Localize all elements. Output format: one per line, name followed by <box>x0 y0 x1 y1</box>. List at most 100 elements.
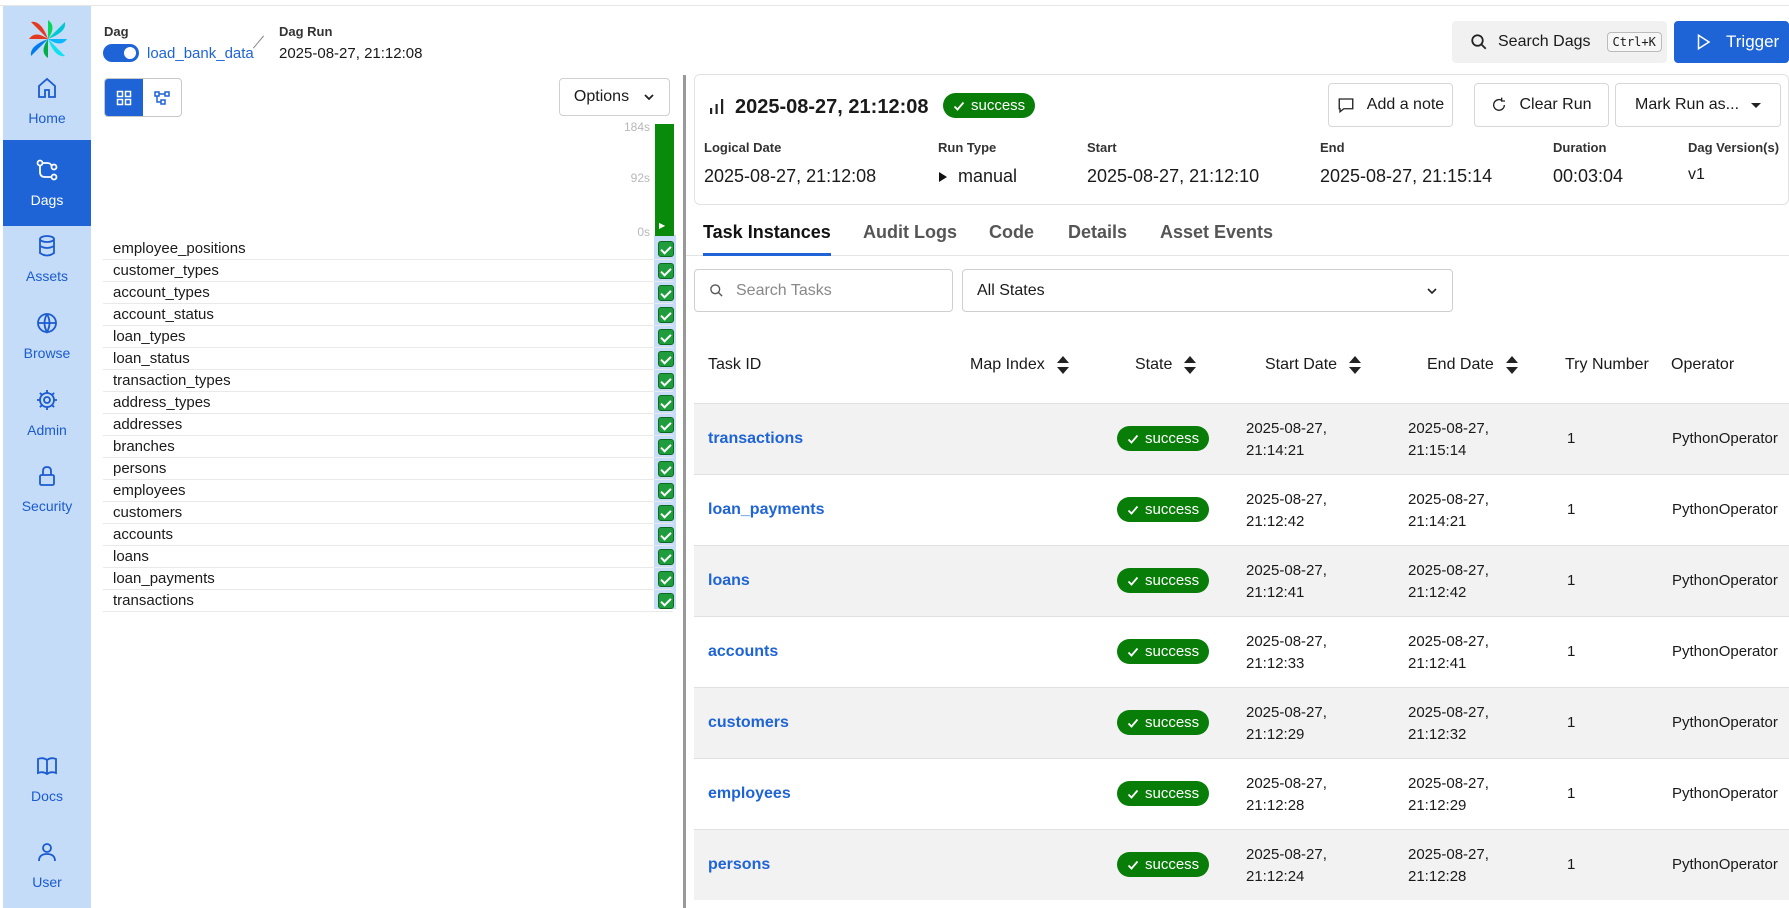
start-time-line: 21:12:28 <box>1246 797 1305 814</box>
column-end-date[interactable]: End Date <box>1427 356 1518 374</box>
sidebar-item-admin[interactable]: Admin <box>3 370 91 456</box>
end-date-cell: 2025-08-27, 21:12:41 <box>1408 631 1489 675</box>
column-map-index[interactable]: Map Index <box>970 356 1069 374</box>
task-id-link[interactable]: employees <box>708 785 791 803</box>
start-date-cell: 2025-08-27, 21:14:21 <box>1246 418 1327 462</box>
tab-details[interactable]: Details <box>1068 222 1127 253</box>
sidebar-item-label: Dags <box>30 192 64 208</box>
run-duration-bar[interactable] <box>655 124 674 236</box>
sidebar-item-dags[interactable]: Dags <box>3 140 91 226</box>
duration-label: Duration <box>1553 140 1607 155</box>
task-status-success-cell[interactable] <box>658 505 674 521</box>
status-text: success <box>1145 643 1200 660</box>
graph-view-button[interactable] <box>143 79 181 116</box>
task-list-item[interactable]: loans <box>103 546 674 568</box>
task-list-item[interactable]: addresses <box>103 414 674 436</box>
task-list-item[interactable]: loan_types <box>103 326 674 348</box>
task-list-item[interactable]: transactions <box>103 590 674 612</box>
task-status-success-cell[interactable] <box>658 285 674 301</box>
column-try-number[interactable]: Try Number <box>1565 356 1649 374</box>
task-list-item[interactable]: persons <box>103 458 674 480</box>
sidebar-item-label: Browse <box>23 345 71 361</box>
dag-name-link[interactable]: load_bank_data <box>147 45 254 62</box>
sidebar-item-security[interactable]: Security <box>3 446 91 532</box>
tab-task-instances[interactable]: Task Instances <box>703 222 831 256</box>
try-number-cell: 1 <box>1567 785 1576 802</box>
clear-run-button[interactable]: Clear Run <box>1474 83 1609 127</box>
task-list-item[interactable]: employees <box>103 480 674 502</box>
task-status-success-cell[interactable] <box>658 549 674 565</box>
run-status-text: success <box>971 97 1026 114</box>
add-note-button[interactable]: Add a note <box>1328 83 1453 127</box>
task-status-success-cell[interactable] <box>658 527 674 543</box>
column-operator[interactable]: Operator <box>1671 356 1734 374</box>
task-list-item[interactable]: address_types <box>103 392 674 414</box>
task-status-success-cell[interactable] <box>658 417 674 433</box>
task-status-success-cell[interactable] <box>658 373 674 389</box>
sidebar-item-label: Assets <box>25 268 68 284</box>
task-name: employee_positions <box>113 240 246 257</box>
task-status-success-cell[interactable] <box>658 307 674 323</box>
task-list-item[interactable]: loan_payments <box>103 568 674 590</box>
task-list-item[interactable]: loan_status <box>103 348 674 370</box>
task-list-item[interactable]: account_types <box>103 282 674 304</box>
sidebar-item-assets[interactable]: Assets <box>3 216 91 302</box>
task-name: accounts <box>113 526 174 543</box>
airflow-logo[interactable] <box>27 18 69 60</box>
task-list-item[interactable]: account_status <box>103 304 674 326</box>
duration-value: 00:03:04 <box>1553 166 1624 186</box>
start-date-line: 2025-08-27, <box>1246 775 1327 792</box>
column-state[interactable]: State <box>1135 356 1197 374</box>
search-tasks-input[interactable]: Search Tasks <box>694 269 953 312</box>
task-status-success-cell[interactable] <box>658 571 674 587</box>
grid-view-button[interactable] <box>105 79 143 116</box>
task-list-item[interactable]: customer_types <box>103 260 674 282</box>
task-status-success-cell[interactable] <box>658 329 674 345</box>
add-note-label: Add a note <box>1366 96 1445 113</box>
task-list-item[interactable]: accounts <box>103 524 674 546</box>
task-list: employee_positions customer_types account_… <box>103 238 674 612</box>
sidebar-item-user[interactable]: User <box>3 822 91 908</box>
sidebar-item-home[interactable]: Home <box>3 58 91 144</box>
dag-pause-toggle[interactable] <box>103 44 139 62</box>
tab-code[interactable]: Code <box>989 222 1034 253</box>
column-start-date[interactable]: Start Date <box>1265 356 1362 374</box>
state-filter-select[interactable]: All States <box>962 269 1453 312</box>
task-id-link[interactable]: loans <box>708 572 750 590</box>
task-status-success-cell[interactable] <box>658 439 674 455</box>
task-status-success-cell[interactable] <box>658 263 674 279</box>
pane-resize-handle[interactable] <box>683 75 686 908</box>
task-status-success-cell[interactable] <box>658 461 674 477</box>
grid-icon <box>116 90 132 105</box>
task-status-success-cell[interactable] <box>658 593 674 609</box>
options-dropdown[interactable]: Options <box>559 78 670 116</box>
task-status-success-cell[interactable] <box>658 483 674 499</box>
task-id-link[interactable]: loan_payments <box>708 501 824 519</box>
end-time-line: 21:14:21 <box>1408 513 1467 530</box>
tab-asset-events[interactable]: Asset Events <box>1160 222 1273 253</box>
task-list-item[interactable]: transaction_types <box>103 370 674 392</box>
search-dags-button[interactable]: Search Dags Ctrl+K <box>1452 21 1667 63</box>
start-date-cell: 2025-08-27, 21:12:42 <box>1246 489 1327 533</box>
tab-audit-logs[interactable]: Audit Logs <box>863 222 957 253</box>
column-label: End Date <box>1427 356 1494 373</box>
sidebar-item-docs[interactable]: Docs <box>3 736 91 822</box>
task-list-item[interactable]: employee_positions <box>103 238 674 260</box>
top-border <box>0 0 1789 6</box>
chevron-down-icon <box>1427 287 1437 294</box>
trigger-button[interactable]: Trigger <box>1674 21 1789 63</box>
task-status-success-cell[interactable] <box>658 395 674 411</box>
task-status-success-cell[interactable] <box>658 351 674 367</box>
task-id-link[interactable]: transactions <box>708 430 803 448</box>
task-id-link[interactable]: customers <box>708 714 789 732</box>
task-list-item[interactable]: customers <box>103 502 674 524</box>
task-list-item[interactable]: branches <box>103 436 674 458</box>
mark-run-as-button[interactable]: Mark Run as... <box>1615 83 1781 127</box>
sidebar-item-browse[interactable]: Browse <box>3 293 91 379</box>
task-id-link[interactable]: accounts <box>708 643 778 661</box>
duration-axis-tick: 92s <box>630 171 650 185</box>
column-task-id[interactable]: Task ID <box>708 356 761 374</box>
task-id-link[interactable]: persons <box>708 856 770 874</box>
task-status-success-cell[interactable] <box>658 241 674 257</box>
column-label: Try Number <box>1565 356 1649 373</box>
